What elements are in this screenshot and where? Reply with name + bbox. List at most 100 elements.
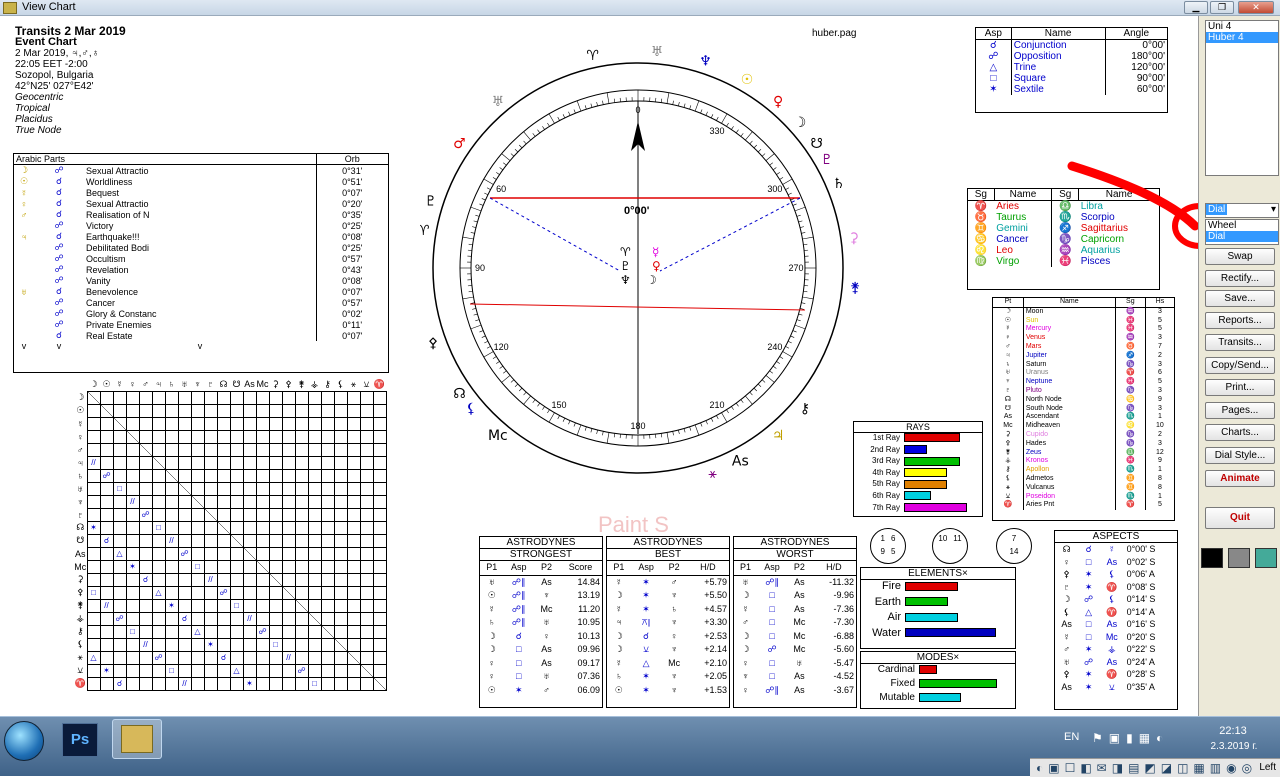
matrix-cell[interactable] [373, 391, 386, 404]
matrix-cell[interactable] [256, 404, 269, 417]
matrix-cell[interactable] [87, 664, 100, 677]
matrix-cell[interactable] [230, 443, 243, 456]
matrix-cell[interactable] [334, 417, 347, 430]
matrix-cell[interactable] [243, 638, 256, 651]
arabic-part-row[interactable]: ♀☌Sexual Attractio0°20' [14, 198, 388, 209]
matrix-cell[interactable] [308, 430, 321, 443]
aspect-row[interactable]: ⚸△♈0°14' A [1055, 606, 1177, 619]
matrix-cell[interactable] [347, 456, 360, 469]
matrix-cell[interactable] [360, 651, 373, 664]
matrix-cell[interactable] [139, 625, 152, 638]
matrix-cell[interactable]: △ [191, 625, 204, 638]
matrix-cell[interactable]: ☌ [139, 573, 152, 586]
arabic-part-row[interactable]: ☍Occultism0°57' [14, 253, 388, 264]
matrix-cell[interactable] [295, 404, 308, 417]
arabic-part-row[interactable]: ☉☌Worldliness0°51' [14, 176, 388, 187]
matrix-cell[interactable] [191, 521, 204, 534]
wheel-planet-glyph[interactable]: ⚸ [466, 401, 476, 417]
matrix-cell[interactable] [139, 599, 152, 612]
matrix-cell[interactable] [100, 495, 113, 508]
matrix-cell[interactable] [282, 586, 295, 599]
matrix-cell[interactable] [113, 443, 126, 456]
matrix-cell[interactable] [334, 391, 347, 404]
matrix-cell[interactable] [347, 547, 360, 560]
matrix-cell[interactable] [321, 521, 334, 534]
matrix-cell[interactable] [126, 443, 139, 456]
matrix-cell[interactable] [373, 560, 386, 573]
matrix-cell[interactable] [204, 664, 217, 677]
matrix-cell[interactable] [217, 456, 230, 469]
matrix-cell[interactable] [269, 443, 282, 456]
matrix-cell[interactable] [217, 495, 230, 508]
arabic-part-row[interactable]: ☍Cancer0°57' [14, 297, 388, 308]
matrix-cell[interactable] [282, 430, 295, 443]
matrix-cell[interactable] [191, 573, 204, 586]
matrix-cell[interactable] [204, 651, 217, 664]
matrix-cell[interactable]: □ [126, 625, 139, 638]
matrix-cell[interactable] [308, 638, 321, 651]
matrix-cell[interactable] [334, 495, 347, 508]
matrix-cell[interactable] [217, 638, 230, 651]
matrix-cell[interactable] [87, 599, 100, 612]
matrix-cell[interactable] [113, 625, 126, 638]
matrix-cell[interactable]: ☌ [178, 612, 191, 625]
matrix-cell[interactable] [347, 404, 360, 417]
matrix-cell[interactable] [126, 404, 139, 417]
matrix-cell[interactable] [126, 534, 139, 547]
matrix-cell[interactable] [139, 586, 152, 599]
matrix-cell[interactable] [360, 508, 373, 521]
astrodynes-row[interactable]: ☽☍Mc-5.60 [734, 643, 856, 657]
matrix-cell[interactable] [256, 638, 269, 651]
matrix-cell[interactable] [230, 625, 243, 638]
matrix-cell[interactable] [113, 469, 126, 482]
reports-button[interactable]: Reports... [1205, 312, 1275, 329]
aspect-row[interactable]: ☊☌☿0°00' S [1055, 543, 1177, 556]
wheel-planet-glyph[interactable]: ☽ [794, 115, 807, 131]
matrix-cell[interactable] [100, 560, 113, 573]
matrix-cell[interactable] [282, 469, 295, 482]
matrix-cell[interactable] [113, 586, 126, 599]
matrix-cell[interactable] [360, 534, 373, 547]
matrix-cell[interactable]: □ [230, 599, 243, 612]
matrix-cell[interactable] [178, 625, 191, 638]
print-button[interactable]: Print... [1205, 379, 1275, 396]
matrix-cell[interactable] [269, 573, 282, 586]
chart-list-item[interactable]: Uni 4 [1206, 21, 1278, 32]
clock-date[interactable]: 2.3.2019 г. [1206, 741, 1262, 752]
astrodynes-row[interactable]: ♄☍∥♅10.95 [480, 616, 602, 630]
matrix-cell[interactable] [100, 443, 113, 456]
matrix-cell[interactable] [230, 417, 243, 430]
dropdown-options[interactable]: Wheel Dial [1205, 219, 1279, 245]
swap-button[interactable]: Swap [1205, 248, 1275, 265]
matrix-cell[interactable] [256, 417, 269, 430]
matrix-cell[interactable] [347, 625, 360, 638]
matrix-cell[interactable] [191, 651, 204, 664]
matrix-cell[interactable] [178, 417, 191, 430]
matrix-cell[interactable] [334, 521, 347, 534]
matrix-cell[interactable] [269, 625, 282, 638]
copy-send-button[interactable]: Copy/Send... [1205, 357, 1275, 374]
matrix-cell[interactable] [87, 534, 100, 547]
matrix-cell[interactable] [256, 599, 269, 612]
matrix-cell[interactable] [178, 495, 191, 508]
matrix-cell[interactable] [230, 534, 243, 547]
matrix-cell[interactable] [373, 677, 386, 690]
matrix-cell[interactable] [152, 625, 165, 638]
matrix-cell[interactable] [191, 547, 204, 560]
matrix-cell[interactable] [139, 443, 152, 456]
matrix-cell[interactable] [230, 404, 243, 417]
astrodynes-row[interactable]: ♄✶♆+2.05 [607, 670, 729, 684]
matrix-cell[interactable] [100, 547, 113, 560]
matrix-cell[interactable] [347, 495, 360, 508]
matrix-cell[interactable]: ✶ [204, 638, 217, 651]
matrix-cell[interactable] [321, 612, 334, 625]
matrix-cell[interactable] [217, 560, 230, 573]
matrix-cell[interactable] [113, 430, 126, 443]
start-button[interactable] [4, 721, 44, 761]
matrix-cell[interactable] [139, 482, 152, 495]
matrix-cell[interactable] [373, 443, 386, 456]
matrix-cell[interactable] [178, 573, 191, 586]
matrix-cell[interactable] [243, 469, 256, 482]
matrix-cell[interactable]: // [139, 638, 152, 651]
astrodynes-row[interactable]: ☉☍∥♆13.19 [480, 589, 602, 603]
